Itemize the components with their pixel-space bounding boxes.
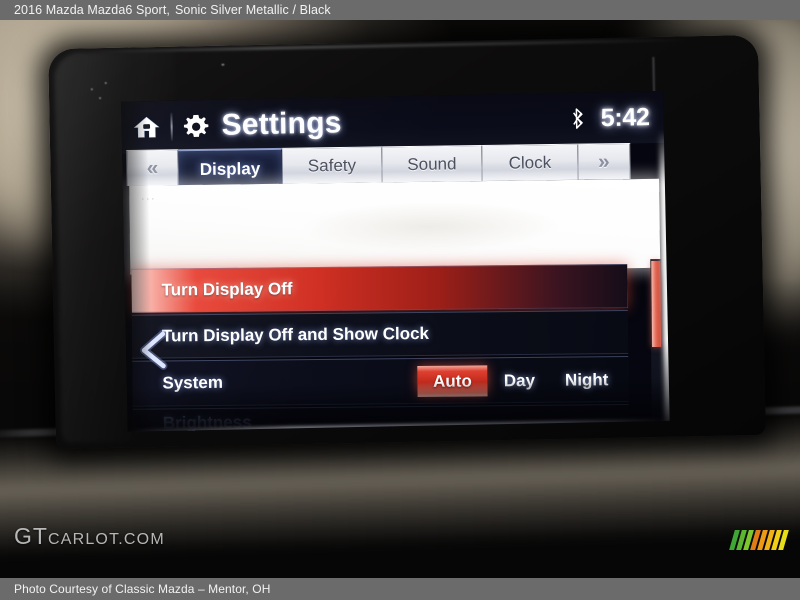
infotainment-screen[interactable]: Settings 5:42 « Display Safety Sound Clo… [121,90,670,432]
status-divider [170,112,173,141]
dust-speck [104,81,107,85]
brand-color-bars [729,528,789,550]
tab-safety[interactable]: Safety [282,146,383,184]
menu-row-label: Turn Display Off and Show Clock [161,323,430,346]
status-bar-right-group: 5:42 [572,102,663,133]
glare-smudge [299,200,561,254]
vehicle-title: 2016 Mazda Mazda6 Sport, [14,3,170,17]
bluetooth-icon [572,107,584,129]
list-scrollbar-thumb[interactable] [651,260,662,348]
gear-icon[interactable] [183,113,209,138]
watermark-domain: CARLOT.COM [47,531,165,548]
clock-readout: 5:42 [600,102,650,132]
photo-credit-text: Photo Courtesy of Classic Mazda – Mentor… [14,582,271,596]
vehicle-color-combo: Sonic Silver Metallic / Black [174,3,331,17]
menu-row-turn-display-off-show-clock[interactable]: Turn Display Off and Show Clock [131,310,629,359]
vehicle-photo: Settings 5:42 « Display Safety Sound Clo… [0,20,800,578]
tab-next-arrow[interactable]: » [578,142,631,180]
infotainment-head-unit: Settings 5:42 « Display Safety Sound Clo… [48,34,766,450]
tab-clock[interactable]: Clock [482,143,579,182]
dust-speck [99,97,102,100]
screen-glare-panel: ··· [129,178,661,275]
tab-sound[interactable]: Sound [382,145,483,183]
watermark-gt: GT [14,523,48,549]
dust-speck [90,88,93,91]
photo-credit-bar: Photo Courtesy of Classic Mazda – Mentor… [0,578,800,600]
dust-speck [221,63,225,66]
status-bar-left-group: Settings [121,106,342,142]
page-title: Settings [221,106,342,142]
gtcarlot-watermark: GT CARLOT.COM [14,523,165,550]
menu-row-label: Turn Display Off [161,279,293,300]
vehicle-title-bar: 2016 Mazda Mazda6 Sport, Sonic Silver Me… [0,0,800,20]
screenshot-root: Settings 5:42 « Display Safety Sound Clo… [0,0,800,600]
menu-row-turn-display-off[interactable]: Turn Display Off [131,264,628,313]
